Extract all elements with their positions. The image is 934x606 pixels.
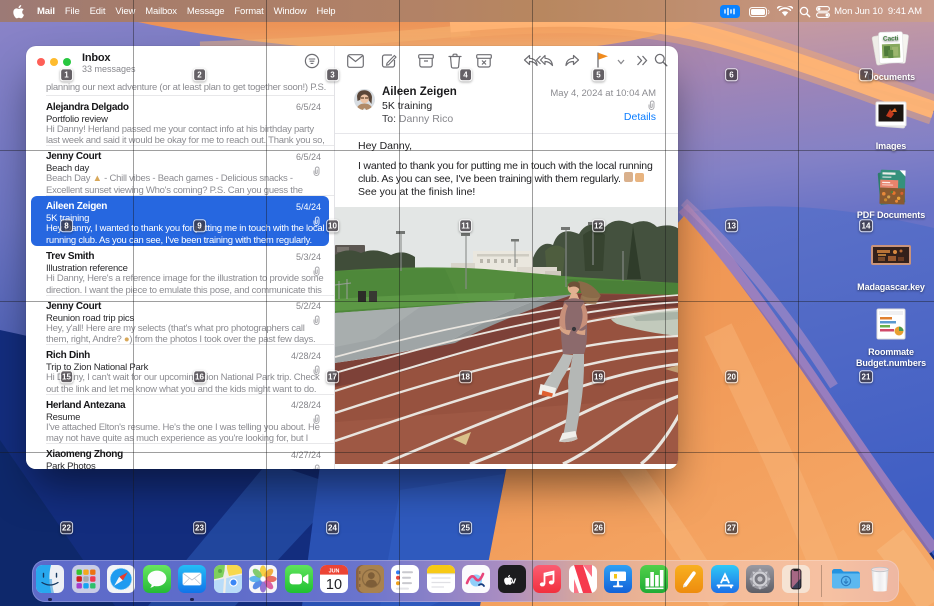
svg-text:JUN: JUN	[329, 569, 340, 575]
svg-text:Cacti: Cacti	[883, 35, 899, 43]
svg-text:10: 10	[326, 577, 342, 593]
